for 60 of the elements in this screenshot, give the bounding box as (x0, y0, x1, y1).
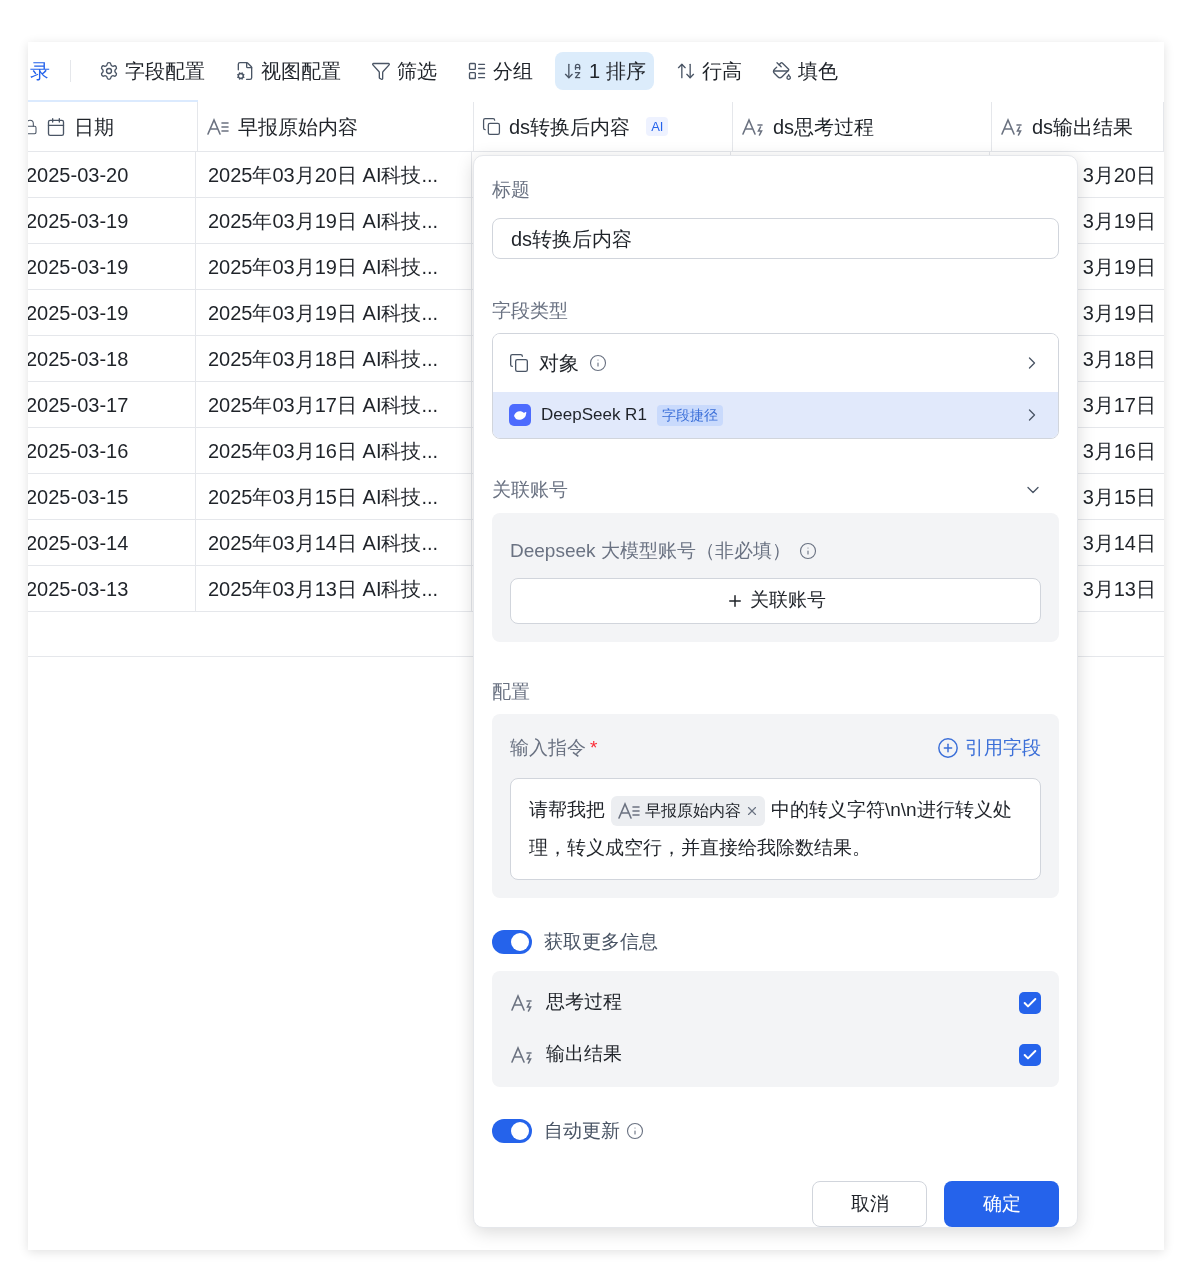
column-title: ds输出结果 (1032, 114, 1134, 140)
option-label: 对象 (539, 351, 579, 376)
field-type-option[interactable]: DeepSeek R1 字段捷径 (493, 392, 1058, 438)
table-cell: 2025年03月20日 AI科技... (196, 152, 472, 197)
link-account-button[interactable]: 关联账号 (510, 577, 1041, 624)
toolbar-button[interactable]: 字段配置 (91, 52, 213, 90)
table-cell: 2025年03月17日 AI科技... (196, 382, 472, 427)
table-cell: 2025年03月19日 AI科技... (196, 290, 472, 335)
toolbar-button[interactable]: 填色 (763, 52, 846, 90)
table-cell: 2025年03月14日 AI科技... (196, 520, 472, 565)
toolbar-button[interactable]: 行高 (667, 52, 750, 90)
toolbar-button[interactable]: 筛选 (363, 52, 445, 90)
column-title: ds转换后内容 (509, 114, 631, 140)
table-cell: 2025年03月15日 AI科技... (196, 474, 472, 519)
column-title: 早报原始内容 (238, 114, 358, 140)
title-input[interactable]: ds转换后内容 (492, 218, 1059, 259)
table-cell: 2025年03月19日 AI科技... (196, 244, 472, 289)
field-label: Deepseek 大模型账号（非必填） (510, 539, 791, 563)
table-cell-text: 3月14日 (1082, 530, 1156, 556)
ai-badge: AI (646, 116, 669, 137)
column-title: ds思考过程 (773, 114, 875, 140)
toolbar-button[interactable]: 1 排序 (555, 52, 654, 90)
table-cell-text: 3月19日 (1082, 300, 1156, 326)
toggle-label: 获取更多信息 (544, 930, 658, 954)
toolbar-label[interactable]: 录 (28, 56, 50, 86)
output-label: 思考过程 (546, 990, 622, 1015)
option-label: DeepSeek R1 (541, 404, 647, 427)
field-label: 输入指令 * (510, 735, 598, 760)
table-cell: 2025年03月16日 AI科技... (196, 428, 472, 473)
output-label: 输出结果 (546, 1042, 622, 1067)
table-cell-text: 3月16日 (1082, 438, 1156, 464)
column-header[interactable]: ds输出结果 (992, 102, 1164, 151)
shortcut-tag: 字段捷径 (656, 404, 723, 426)
toolbar-button[interactable]: 分组 (459, 52, 541, 90)
table-cell-text: 3月17日 (1082, 392, 1156, 418)
section-label: 关联账号 (492, 477, 568, 502)
instruction-input[interactable]: 请帮我把 早报原始内容 中的转义字符\n\n进行转义处理，转义成空行，并直接给我除数结果。 (510, 778, 1041, 880)
table-cell-text: 3月18日 (1082, 346, 1156, 372)
column-header[interactable]: ds转换后内容 AI (474, 102, 733, 151)
table-cell-text: 3月19日 (1082, 208, 1156, 234)
column-header[interactable]: 早报原始内容 (198, 102, 474, 151)
table-cell: 2025年03月18日 AI科技... (196, 336, 472, 381)
column-title: 日期 (74, 114, 114, 140)
table-cell: 2025年03月19日 AI科技... (196, 198, 472, 243)
section-label: 字段类型 (492, 299, 569, 323)
table-cell-text: 3月13日 (1082, 576, 1156, 602)
cite-field-link[interactable]: 引用字段 (937, 733, 1041, 762)
table-cell: 2025年03月13日 AI科技... (196, 566, 472, 611)
column-header[interactable]: ds思考过程 (733, 102, 992, 151)
confirm-button[interactable]: 确定 (944, 1181, 1059, 1227)
column-header[interactable]: 日期 (28, 102, 198, 151)
toggle-label: 自动更新 (544, 1118, 620, 1143)
cancel-button[interactable]: 取消 (812, 1181, 927, 1227)
table-cell-text: 3月15日 (1082, 484, 1156, 510)
field-chip[interactable]: 早报原始内容 (611, 796, 765, 826)
toolbar-button[interactable]: 视图配置 (227, 52, 349, 90)
table-cell-text: 3月20日 (1082, 162, 1156, 188)
table-cell-text: 3月19日 (1082, 254, 1156, 280)
section-label: 标题 (492, 178, 531, 202)
section-label: 配置 (492, 679, 531, 704)
